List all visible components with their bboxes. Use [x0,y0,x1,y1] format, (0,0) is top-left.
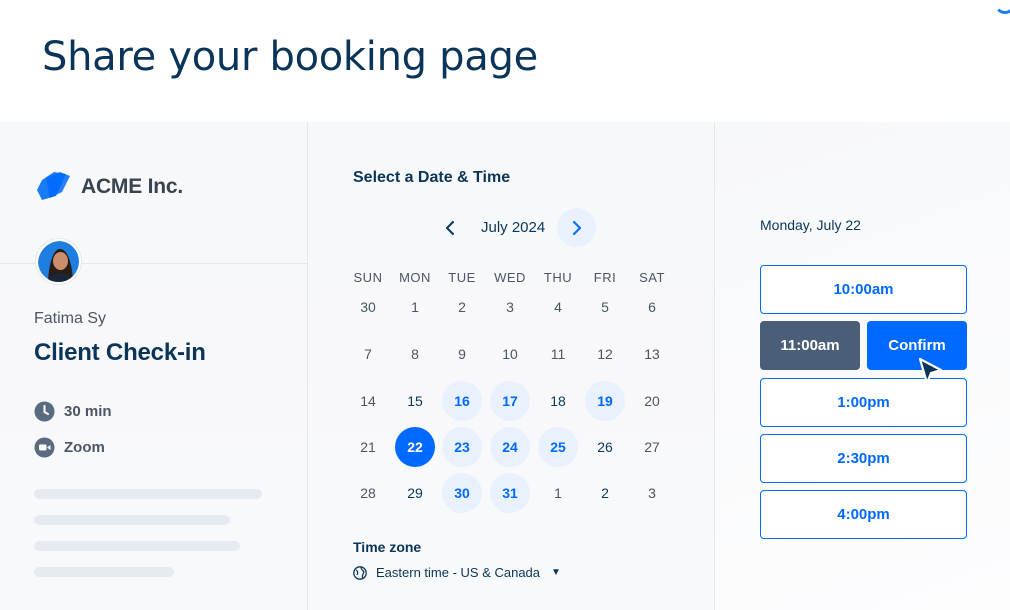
description-placeholder-line [34,567,174,577]
host-avatar [36,239,81,284]
time-slot-button[interactable]: 4:00pm [760,490,967,539]
timezone-value: Eastern time - US & Canada [376,565,541,580]
duration-label: 30 min [64,403,112,420]
calendar-day[interactable]: 25 [538,427,578,467]
acme-logo-icon [37,172,70,200]
calendar-day[interactable]: 17 [490,381,530,421]
next-month-button[interactable] [557,208,596,247]
calendar-day: 13 [644,346,660,362]
calendar-day: 2 [458,299,466,315]
page-title: Share your booking page [42,34,538,80]
location-label: Zoom [64,439,105,456]
weekday-label: SAT [639,270,665,285]
weekday-label: SUN [353,270,383,285]
selected-date: Monday, July 22 [760,217,861,233]
weekday-label: WED [494,270,526,285]
calendar-day: 14 [360,393,376,409]
time-slot-button[interactable]: 2:30pm [760,434,967,483]
weekday-label: THU [543,270,573,285]
month-navigation: July 2024 [308,208,714,248]
calendar-day: 1 [411,299,419,315]
calendar-day: 20 [644,393,660,409]
previous-month-button[interactable] [440,216,460,240]
event-title: Client Check-in [34,339,206,366]
description-placeholder-line [34,515,230,525]
calendar-day: 3 [506,299,514,315]
weekday-label: FRI [593,270,617,285]
event-location: Zoom [34,437,105,458]
calendar-day: 2 [601,485,609,501]
calendar-day[interactable]: 24 [490,427,530,467]
calendar-day: 1 [554,485,562,501]
description-placeholder-line [34,489,262,499]
host-avatar-icon [38,241,79,282]
video-camera-icon [34,437,55,458]
event-info-panel: ACME Inc. Fatima Sy Client Check-in 30 m… [0,122,307,610]
weekday-label: MON [399,270,431,285]
time-slot-button[interactable]: 10:00am [760,265,967,314]
booking-widget: ACME Inc. Fatima Sy Client Check-in 30 m… [0,122,1010,610]
calendar-day[interactable]: 16 [442,381,482,421]
calendar-day: 4 [554,299,562,315]
chevron-right-icon [572,220,581,235]
timezone-heading: Time zone [353,539,422,555]
calendar-day: 28 [360,485,376,501]
globe-icon [353,565,367,580]
time-slots-panel: Monday, July 22 10:00am 11:00am Confirm … [715,122,1010,610]
selected-time-slot[interactable]: 11:00am [760,321,860,370]
calendar-day: 12 [597,346,613,362]
mouse-cursor-icon [918,357,943,385]
timezone-select[interactable]: Eastern time - US & Canada ▼ [353,565,561,580]
calendar-day[interactable]: 31 [490,473,530,513]
calendar-day: 8 [411,346,419,362]
host-name: Fatima Sy [34,310,107,327]
calendar-day: 29 [407,485,423,501]
calendar-day: 11 [550,346,566,362]
description-placeholder-line [34,541,240,551]
calendar-day: 21 [360,439,376,455]
clock-icon [34,401,55,422]
event-duration: 30 min [34,401,112,422]
calendar-day[interactable]: 30 [442,473,482,513]
calendar-day: 18 [550,393,566,409]
calendar-day: 27 [644,439,660,455]
calendar-panel: Select a Date & Time July 2024 SUN MON TUE… [308,122,714,610]
calendar-day: 9 [458,346,466,362]
calendar-day: 15 [407,393,423,409]
chevron-left-icon [446,221,454,235]
current-month: July 2024 [481,219,546,236]
calendar-day: 6 [648,299,656,315]
calendar-day: 3 [648,485,656,501]
brand-name: ACME Inc. [81,175,184,198]
calendar-day[interactable]: 23 [442,427,482,467]
calendar-day: 7 [364,346,372,362]
calendar-heading: Select a Date & Time [353,169,511,186]
calendar-day: 10 [502,346,518,362]
calendar-day-selected[interactable]: 22 [395,427,435,467]
calendar-day: 30 [360,299,376,315]
calendar-day: 5 [601,299,609,315]
calendar-day: 26 [597,439,613,455]
corner-accent [994,0,1010,14]
weekday-label: TUE [448,270,476,285]
calendar-day[interactable]: 19 [585,381,625,421]
caret-down-icon: ▼ [551,567,561,578]
